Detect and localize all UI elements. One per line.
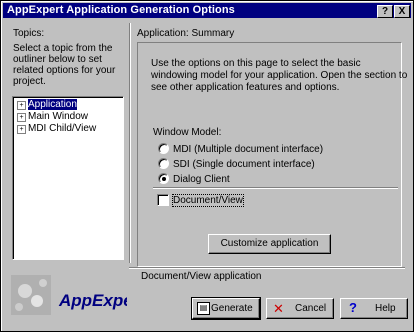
topics-description: Select a topic from the outliner below t…: [13, 43, 115, 87]
summary-desc-line: windowing model for your application. Op…: [151, 70, 408, 81]
summary-desc-line: see other application features and optio…: [151, 82, 340, 93]
cancel-button[interactable]: ✕ Cancel: [266, 298, 334, 319]
vertical-divider: [129, 23, 131, 263]
radio-mdi[interactable]: [158, 143, 169, 154]
tree-item-mdi-child-view[interactable]: + MDI Child/View: [17, 123, 96, 134]
tree-item-main-window[interactable]: + Main Window: [17, 111, 88, 122]
logo-text: AppExpert: [59, 291, 127, 310]
window-model-label: Window Model:: [153, 127, 222, 138]
help-label: Help: [375, 303, 396, 314]
docview-checkbox[interactable]: [157, 194, 169, 206]
window-title: AppExpert Application Generation Options: [7, 4, 235, 16]
generate-button[interactable]: ▤ Generate: [191, 297, 261, 320]
topics-desc-line: outliner below to set: [13, 54, 102, 65]
topics-tree[interactable]: + Application + Main Window + MDI Child/Vie…: [12, 96, 124, 260]
summary-desc-line: Use the options on this page to select t…: [151, 58, 361, 69]
help-button[interactable]: ? Help: [340, 298, 408, 319]
topics-label: Topics:: [13, 28, 45, 39]
generate-icon: ▤: [197, 302, 210, 315]
tree-item-label: Main Window: [28, 111, 89, 122]
status-text: Document/View application: [141, 271, 262, 282]
radio-dialog-client[interactable]: [158, 173, 169, 184]
topics-desc-line: project.: [13, 76, 46, 87]
radio-dialog-client-label[interactable]: Dialog Client: [173, 174, 230, 185]
radio-sdi[interactable]: [158, 158, 169, 169]
tree-item-application[interactable]: + Application: [17, 98, 78, 111]
radio-sdi-label[interactable]: SDI (Single document interface): [173, 159, 315, 170]
help-question-icon: ?: [349, 300, 357, 315]
docview-label[interactable]: Document/View: [172, 194, 244, 207]
app-generation-dialog: AppExpert Application Generation Options…: [0, 0, 414, 332]
topics-desc-line: related options for your: [13, 65, 116, 76]
help-title-button[interactable]: ?: [377, 5, 393, 18]
expand-plus-icon[interactable]: +: [17, 113, 26, 122]
bottom-divider: [129, 267, 405, 269]
tree-item-label: Application: [27, 98, 78, 111]
cancel-x-icon: ✕: [273, 301, 284, 316]
generate-label: Generate: [211, 303, 253, 314]
title-bar[interactable]: AppExpert Application Generation Options…: [3, 3, 411, 18]
appexpert-logo: AppExpert: [9, 269, 127, 321]
customize-application-button[interactable]: Customize application: [208, 234, 331, 254]
close-title-button[interactable]: X: [394, 5, 410, 18]
summary-label: Application: Summary: [137, 28, 235, 39]
summary-description: Use the options on this page to select t…: [151, 58, 407, 94]
expand-plus-icon[interactable]: +: [17, 101, 26, 110]
tree-item-label: MDI Child/View: [28, 123, 97, 134]
radio-mdi-label[interactable]: MDI (Multiple document interface): [173, 144, 323, 155]
topics-desc-line: Select a topic from the: [13, 43, 113, 54]
cancel-label: Cancel: [295, 303, 327, 314]
expand-plus-icon[interactable]: +: [17, 125, 26, 134]
model-separator: [153, 187, 398, 189]
